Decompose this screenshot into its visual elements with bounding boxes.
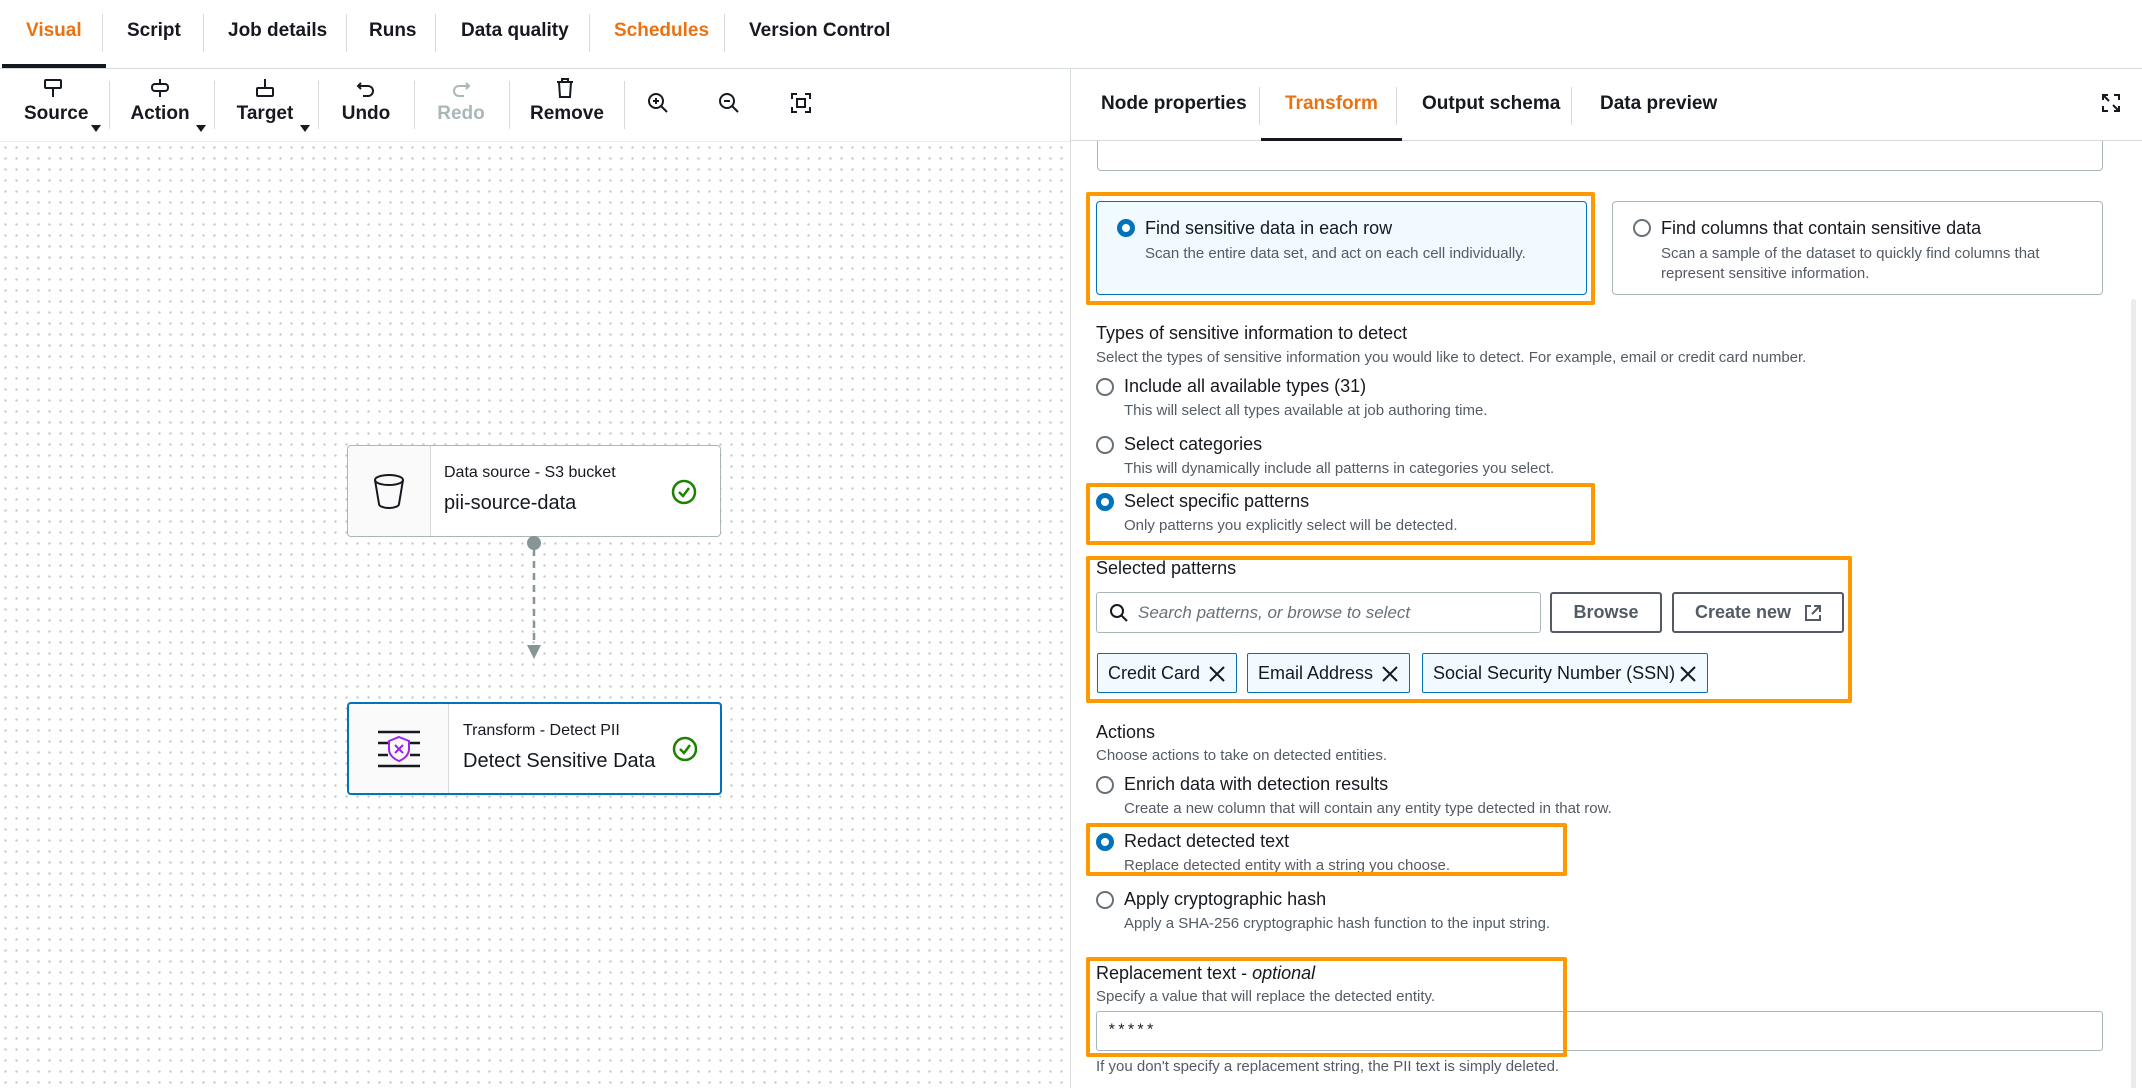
caret-down-icon[interactable]: [196, 125, 206, 132]
highlight-box: [1086, 556, 1852, 703]
edge-connector: [527, 536, 541, 659]
bucket-icon: [374, 474, 404, 509]
redo-icon: [436, 77, 486, 99]
option-title: Select categories: [1124, 434, 1263, 454]
success-check-icon: [671, 479, 697, 505]
toolbar-divider: [109, 81, 110, 129]
fit-view-icon[interactable]: [789, 91, 817, 119]
top-tab-bar: Visual Script Job details Runs Data qual…: [0, 0, 2142, 69]
actions-heading: Actions: [1096, 722, 1156, 742]
tab-divider: [1571, 87, 1572, 125]
option-description: Apply a SHA-256 cryptographic hash funct…: [1124, 915, 1551, 932]
tab-data-preview[interactable]: Data preview: [1600, 69, 1717, 141]
tab-job-details[interactable]: Job details: [204, 0, 351, 66]
option-title: Enrich data with detection results: [1124, 774, 1389, 794]
action-button[interactable]: Action: [130, 77, 190, 135]
types-description: Select the types of sensitive informatio…: [1096, 349, 1807, 366]
node-name: Detect Sensitive Data: [463, 750, 656, 772]
previous-field[interactable]: [1097, 141, 2103, 171]
card-title: Find columns that contain sensitive data: [1661, 218, 1982, 238]
expand-icon[interactable]: [2101, 93, 2121, 113]
column-detection-radio[interactable]: [1633, 219, 1651, 237]
target-button[interactable]: Target: [236, 77, 294, 135]
highlight-box: [1086, 483, 1595, 545]
select-categories-radio[interactable]: [1096, 436, 1114, 454]
option-title: Apply cryptographic hash: [1124, 889, 1327, 909]
node-icon-box: [349, 704, 449, 793]
tab-transform[interactable]: Transform: [1261, 69, 1402, 141]
canvas-toolbar: Source Action Target Undo Redo Remove: [0, 69, 1070, 142]
source-node[interactable]: Data source - S3 bucket pii-source-data: [347, 445, 721, 537]
highlight-box: [1086, 957, 1567, 1057]
transform-node[interactable]: Transform - Detect PII Detect Sensitive …: [347, 702, 722, 795]
source-icon: [24, 77, 82, 99]
node-icon-box: [348, 446, 431, 536]
column-detection-card[interactable]: Find columns that contain sensitive data…: [1612, 201, 2103, 295]
tab-divider: [1259, 87, 1260, 125]
toolbar-divider: [414, 81, 415, 129]
undo-icon: [340, 77, 392, 99]
undo-button[interactable]: Undo: [340, 77, 392, 135]
replacement-footer: If you don't specify a replacement strin…: [1096, 1058, 1560, 1075]
trash-icon: [530, 77, 600, 99]
source-button[interactable]: Source: [24, 77, 89, 135]
option-description: This will select all types available at …: [1124, 402, 1488, 419]
tab-runs[interactable]: Runs: [345, 0, 441, 66]
panel-tab-bar: Node properties Transform Output schema …: [1071, 69, 2142, 141]
include-all-radio[interactable]: [1096, 378, 1114, 396]
action-label: Action: [130, 103, 190, 124]
toolbar-divider: [509, 81, 510, 129]
action-icon: [130, 77, 190, 99]
detect-pii-icon: [378, 730, 420, 768]
enrich-data-radio[interactable]: [1096, 776, 1114, 794]
properties-panel: Node properties Transform Output schema …: [1070, 69, 2142, 1088]
tab-divider: [1396, 87, 1397, 125]
remove-label: Remove: [530, 103, 604, 124]
highlight-box: [1086, 823, 1567, 876]
caret-down-icon[interactable]: [300, 125, 310, 132]
source-label: Source: [24, 103, 89, 124]
option-description: Create a new column that will contain an…: [1124, 800, 1612, 817]
redo-label: Redo: [437, 103, 485, 124]
visual-editor: Source Action Target Undo Redo Remove Da…: [0, 69, 1070, 1088]
node-name: pii-source-data: [444, 492, 577, 514]
highlight-box: [1086, 192, 1595, 305]
redo-button[interactable]: Redo: [436, 77, 486, 135]
target-icon: [236, 77, 294, 99]
caret-down-icon[interactable]: [91, 125, 101, 132]
success-check-icon: [672, 736, 698, 762]
tab-script[interactable]: Script: [103, 0, 205, 66]
remove-button[interactable]: Remove: [530, 77, 604, 135]
target-label: Target: [236, 103, 294, 124]
graph-canvas[interactable]: Data source - S3 bucket pii-source-data: [0, 142, 1070, 1088]
transform-form: Find sensitive data in each row Scan the…: [1071, 141, 2142, 1088]
tab-schedules[interactable]: Schedules: [590, 0, 733, 66]
tab-version-control[interactable]: Version Control: [725, 0, 914, 66]
undo-label: Undo: [341, 103, 391, 124]
actions-description: Choose actions to take on detected entit…: [1096, 747, 1388, 764]
tab-output-schema[interactable]: Output schema: [1422, 69, 1560, 141]
option-description: This will dynamically include all patter…: [1124, 460, 1555, 477]
toolbar-divider: [624, 81, 625, 129]
zoom-out-icon[interactable]: [717, 91, 745, 119]
toolbar-divider: [318, 81, 319, 129]
card-description: Scan a sample of the dataset to quickly …: [1661, 245, 2040, 262]
card-description: represent sensitive information.: [1661, 265, 1870, 282]
tab-node-properties[interactable]: Node properties: [1101, 69, 1247, 141]
node-type-label: Transform - Detect PII: [463, 722, 620, 739]
zoom-in-icon[interactable]: [646, 91, 674, 119]
types-heading: Types of sensitive information to detect: [1096, 323, 1408, 343]
tab-divider: [435, 14, 436, 52]
node-type-label: Data source - S3 bucket: [444, 464, 616, 481]
tab-visual[interactable]: Visual: [2, 0, 106, 68]
cryptographic-hash-radio[interactable]: [1096, 891, 1114, 909]
option-title: Include all available types (31): [1124, 376, 1367, 396]
toolbar-divider: [214, 81, 215, 129]
tab-data-quality[interactable]: Data quality: [437, 0, 593, 66]
